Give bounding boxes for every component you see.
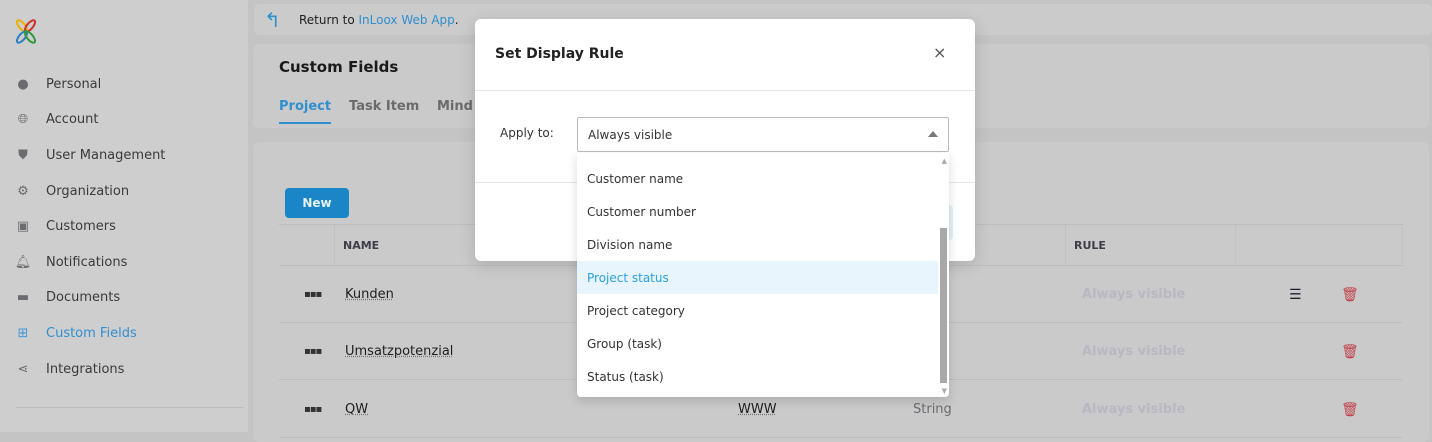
- tab-task-item[interactable]: Task Item: [349, 99, 419, 114]
- sidebar-item-label: Custom Fields: [46, 326, 137, 341]
- sidebar-item-organization[interactable]: ⚙ Organization: [12, 176, 129, 206]
- inloox-logo-icon: [14, 18, 38, 46]
- sidebar-item-integrations[interactable]: ⋖ Integrations: [12, 354, 124, 384]
- field-rule: Always visible: [1082, 323, 1185, 380]
- sidebar-item-label: User Management: [46, 148, 165, 163]
- globe-icon: 🌐︎: [12, 108, 34, 130]
- caret-up-icon: [928, 131, 938, 137]
- share-nodes-icon: ⋖: [12, 358, 34, 380]
- user-circle-icon: ●: [12, 73, 34, 95]
- option-project-status[interactable]: Project status: [577, 261, 938, 294]
- sidebar-item-label: Customers: [46, 219, 116, 234]
- drag-handle-icon[interactable]: ▪▪▪: [304, 381, 321, 438]
- shield-icon: ⛊: [12, 144, 34, 166]
- apply-to-label: Apply to:: [500, 126, 554, 140]
- sidebar-item-label: Integrations: [46, 362, 124, 377]
- return-text: Return to: [299, 13, 359, 27]
- list-rule-icon[interactable]: ☰: [1289, 266, 1302, 323]
- drag-handle-icon[interactable]: ▪▪▪: [304, 323, 321, 380]
- page-title: Custom Fields: [279, 58, 398, 76]
- table-header-actions: [1235, 224, 1403, 266]
- return-suffix: .: [455, 13, 459, 27]
- sidebar-item-customers[interactable]: ▣ Customers: [12, 211, 116, 241]
- bell-icon: 🔔︎: [12, 251, 34, 273]
- new-button[interactable]: New: [285, 188, 349, 218]
- field-rule: Always visible: [1082, 266, 1185, 323]
- sidebar-item-notifications[interactable]: 🔔︎ Notifications: [12, 247, 127, 277]
- field-name: QW: [345, 381, 368, 438]
- sidebar-item-label: Account: [46, 112, 99, 127]
- grid-plus-icon: ⊞: [12, 322, 34, 344]
- option-division-name[interactable]: Division name: [577, 228, 938, 261]
- tab-project[interactable]: Project: [279, 99, 331, 124]
- selected-value: Always visible: [588, 128, 672, 142]
- close-icon[interactable]: ×: [933, 43, 946, 62]
- option-customer-number[interactable]: Customer number: [577, 195, 938, 228]
- gears-icon: ⚙: [12, 180, 34, 202]
- sidebar-item-account[interactable]: 🌐︎ Account: [12, 104, 99, 134]
- drag-handle-icon[interactable]: ▪▪▪: [304, 266, 321, 323]
- dropdown-scrollbar[interactable]: [940, 228, 947, 383]
- folder-gear-icon: ▬: [12, 286, 34, 308]
- sidebar-item-user-management[interactable]: ⛊ User Management: [12, 140, 165, 170]
- field-rule: Always visible: [1082, 381, 1185, 438]
- option-project-category[interactable]: Project category: [577, 294, 938, 327]
- apply-to-dropdown[interactable]: Customer name Customer number Division n…: [577, 153, 949, 397]
- field-name: Kunden: [345, 266, 394, 323]
- sidebar-divider: [16, 407, 244, 408]
- dialog-title: Set Display Rule: [495, 46, 624, 62]
- sidebar-item-label: Personal: [46, 77, 101, 92]
- sidebar-item-documents[interactable]: ▬ Documents: [12, 282, 120, 312]
- table-header-rule: RULE: [1065, 224, 1235, 266]
- contact-book-icon: ▣: [12, 215, 34, 237]
- table-header-drag: [279, 224, 335, 266]
- sidebar-item-custom-fields[interactable]: ⊞ Custom Fields: [12, 318, 137, 348]
- option-customer-name[interactable]: Customer name: [577, 162, 938, 195]
- sidebar-item-label: Documents: [46, 290, 120, 305]
- return-arrow-icon[interactable]: ↰: [264, 8, 281, 32]
- trash-icon[interactable]: 🗑︎: [1341, 323, 1359, 380]
- trash-icon[interactable]: 🗑︎: [1341, 381, 1359, 438]
- sidebar-item-label: Notifications: [46, 255, 127, 270]
- sidebar-item-personal[interactable]: ● Personal: [12, 69, 101, 99]
- apply-to-select[interactable]: Always visible: [577, 117, 949, 152]
- option-status-task[interactable]: Status (task): [577, 360, 938, 393]
- sidebar: ● Personal 🌐︎ Account ⛊ User Management ⚙ Or…: [0, 0, 248, 432]
- return-link[interactable]: InLoox Web App: [359, 13, 455, 27]
- scroll-down-icon[interactable]: ▼: [942, 387, 947, 395]
- divider: [475, 90, 975, 91]
- trash-icon[interactable]: 🗑︎: [1341, 266, 1359, 323]
- scroll-up-icon[interactable]: ▲: [942, 157, 947, 165]
- field-name: Umsatzpotenzial: [345, 323, 453, 380]
- option-group-task[interactable]: Group (task): [577, 327, 938, 360]
- sidebar-item-label: Organization: [46, 184, 129, 199]
